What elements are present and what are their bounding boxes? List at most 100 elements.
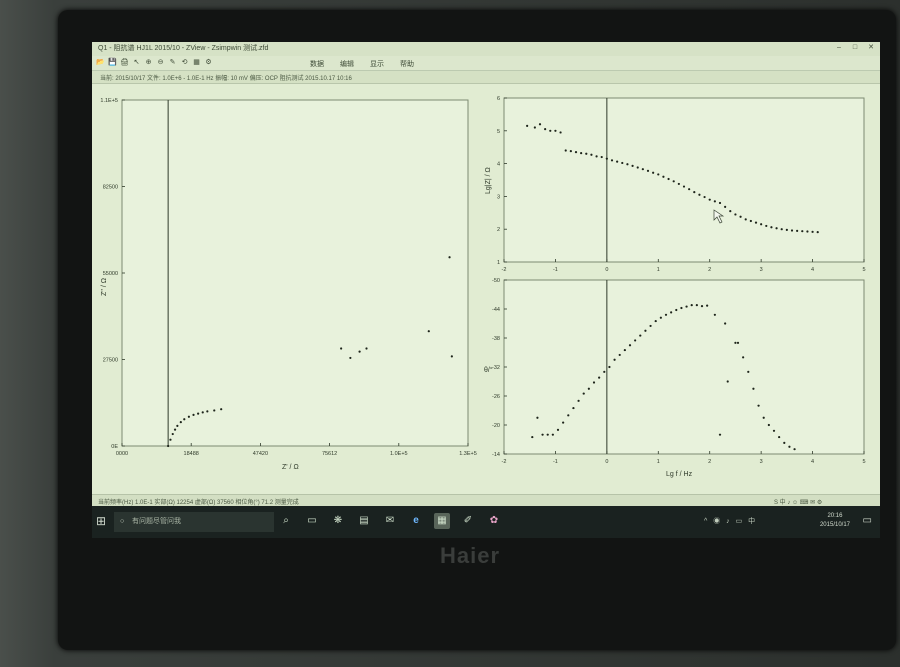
data-point <box>806 230 809 233</box>
data-point <box>685 305 688 308</box>
data-point <box>670 311 673 314</box>
data-point <box>657 173 660 176</box>
x-tick-label: 4 <box>811 459 814 465</box>
pink-app-icon[interactable]: ✿ <box>486 513 502 529</box>
data-point <box>770 226 773 229</box>
data-point <box>187 415 190 418</box>
data-point <box>585 152 588 155</box>
data-point <box>192 413 195 416</box>
data-point <box>703 195 706 199</box>
y-tick-label: -44 <box>492 307 500 313</box>
window-icon[interactable]: ▭ <box>304 513 320 529</box>
x-tick-label: 1 <box>657 267 660 273</box>
x-tick-label: 4 <box>811 267 814 273</box>
data-point <box>778 435 781 439</box>
notification-icon[interactable]: ▭ <box>863 515 872 526</box>
data-point <box>783 441 786 444</box>
cortana-icon: ○ <box>120 518 125 525</box>
close-button[interactable]: ✕ <box>866 44 876 52</box>
data-point <box>646 169 650 172</box>
data-point <box>556 428 560 431</box>
data-point <box>544 128 547 131</box>
x-tick-label: 5 <box>862 267 865 273</box>
x-tick-label: 1.3E+5 <box>459 451 477 457</box>
data-point <box>652 171 655 174</box>
minimize-button[interactable]: – <box>834 44 844 52</box>
ime-toolbar[interactable]: S 中 ♪ ☺ ⌨ ✉ ⚙ <box>774 497 822 506</box>
data-point <box>690 304 693 307</box>
x-tick-label: 5 <box>862 459 865 465</box>
window-controls: – □ ✕ <box>834 44 876 52</box>
zoom-in-icon[interactable]: ⊕ <box>144 58 153 67</box>
data-point <box>631 164 634 167</box>
data-point <box>757 404 760 407</box>
data-point <box>767 423 770 427</box>
data-point <box>546 433 549 436</box>
data-point <box>659 316 662 319</box>
print-icon[interactable]: 🖨 <box>120 58 129 67</box>
tray-icons[interactable]: ^ ◉ ♪ ▭ 中 <box>704 516 757 526</box>
save-icon[interactable]: 💾 <box>108 58 117 67</box>
menu-help[interactable]: 帮助 <box>400 59 414 69</box>
file-explorer-icon[interactable]: ▤ <box>356 513 372 529</box>
data-point <box>567 414 570 417</box>
windows-logo-icon[interactable]: ⊞ <box>96 514 110 528</box>
nyquist-frame <box>121 99 469 447</box>
edit-icon[interactable]: ✎ <box>168 58 177 67</box>
open-icon[interactable]: 📂 <box>96 58 105 67</box>
taskbar-apps: ⌕ ▭ ❋ ▤ ✉ e ▦ ✐ ✿ <box>278 513 502 529</box>
data-point <box>752 387 755 390</box>
grid-icon[interactable]: ▦ <box>192 58 201 67</box>
clock[interactable]: 20:16 2015/10/17 <box>820 512 850 530</box>
y-tick-label: 6 <box>497 96 500 102</box>
info-bar: 当前: 2015/10/17 文件: 1.0E+6 - 1.0E-1 Hz 振幅… <box>92 71 880 84</box>
nyquist-y-ticks: 0E 27500 55000 82500 1.1E+5 <box>100 98 125 450</box>
data-point <box>762 416 765 419</box>
task-view-icon[interactable]: ⌕ <box>278 513 294 529</box>
data-point <box>706 304 709 307</box>
edge-browser-icon[interactable]: e <box>408 513 424 529</box>
data-point <box>549 129 552 132</box>
monitor-brand-logo: Haier <box>439 543 501 568</box>
data-point <box>536 416 539 419</box>
settings-icon[interactable]: ⚙ <box>204 58 213 67</box>
data-point <box>718 433 722 436</box>
y-tick-label: -38 <box>492 336 500 342</box>
data-point <box>695 304 698 307</box>
data-point <box>680 306 683 310</box>
zview-app-icon[interactable]: ▦ <box>434 513 450 529</box>
y-tick-label: 0E <box>111 444 118 450</box>
pointer-icon[interactable]: ↖ <box>132 58 141 67</box>
nyquist-xlabel: Z' / Ω <box>282 464 299 471</box>
data-point <box>775 227 778 230</box>
editor-app-icon[interactable]: ✐ <box>460 513 476 529</box>
data-point <box>450 355 453 358</box>
menu-data[interactable]: 数据 <box>310 59 324 69</box>
menu-edit[interactable]: 编辑 <box>340 59 354 69</box>
app-flower-icon[interactable]: ❋ <box>330 513 346 529</box>
data-point <box>559 131 562 134</box>
data-point <box>572 406 575 410</box>
search-box[interactable]: ○ 有问题尽管问我 <box>114 512 274 532</box>
data-point <box>718 201 722 205</box>
data-point <box>538 123 542 126</box>
store-icon[interactable]: ✉ <box>382 513 398 529</box>
nyquist-panel: Z'' / Ω Z' / Ω 0000 18488 47420 75612 1.0E+5… <box>100 98 476 471</box>
data-point <box>448 256 451 259</box>
data-point <box>662 175 665 178</box>
data-point <box>739 215 742 218</box>
data-point <box>688 188 691 191</box>
y-tick-label: 4 <box>497 162 500 168</box>
data-point <box>220 408 223 411</box>
x-tick-label: 75612 <box>322 451 337 457</box>
clock-date: 2015/10/17 <box>819 522 850 528</box>
x-tick-label: 0 <box>605 267 608 273</box>
maximize-button[interactable]: □ <box>850 44 860 52</box>
data-point <box>749 219 752 223</box>
menu-view[interactable]: 显示 <box>370 59 384 69</box>
y-tick-label: -32 <box>492 365 500 371</box>
window-title: Q1 - 阻抗谱 HJ1L 2015/10 - ZView - Zsimpwin… <box>98 45 269 52</box>
zoom-out-icon[interactable]: ⊖ <box>156 58 165 67</box>
data-point <box>531 435 534 439</box>
refresh-icon[interactable]: ⟲ <box>180 58 189 67</box>
